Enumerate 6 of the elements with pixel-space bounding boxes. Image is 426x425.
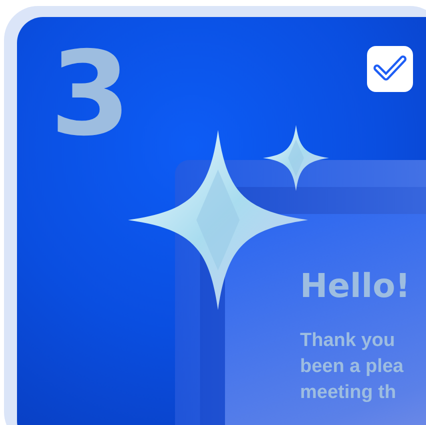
checkbox[interactable]: [367, 46, 413, 92]
message-text: Thank you: [300, 328, 396, 353]
message-text: meeting th: [300, 380, 398, 405]
step-number: 3: [50, 37, 131, 153]
message-text: been a plea: [300, 354, 404, 379]
greeting-text: Hello!: [300, 266, 412, 306]
